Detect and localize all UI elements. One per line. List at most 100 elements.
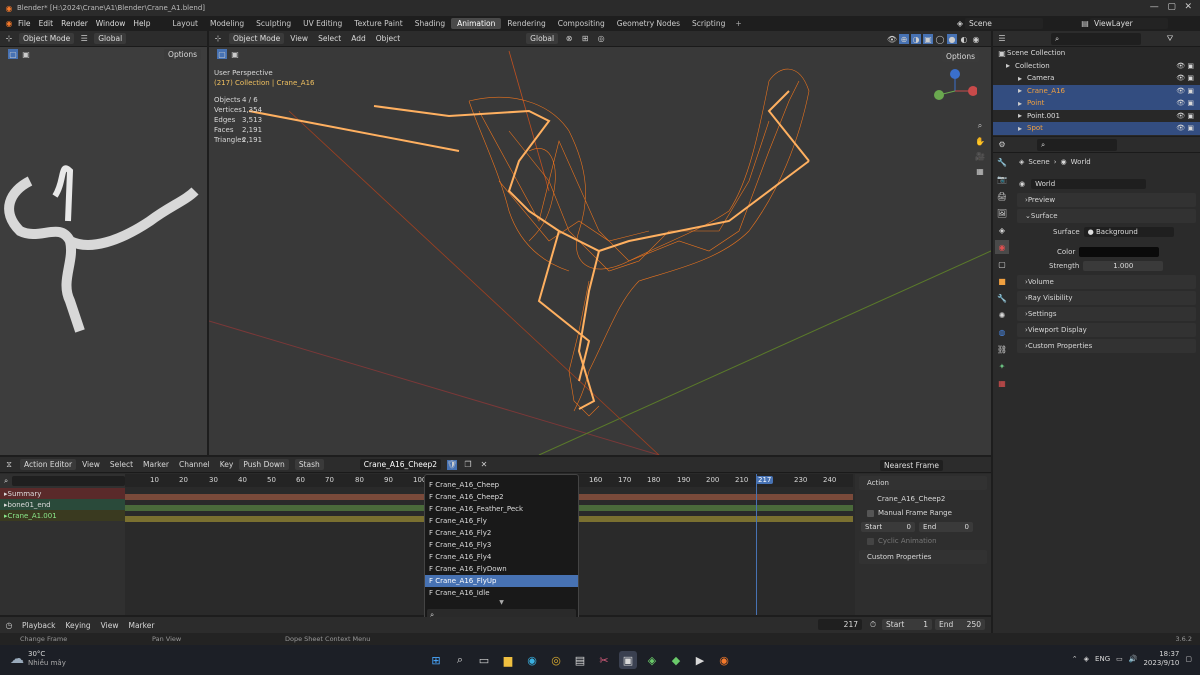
- scene-name-field[interactable]: Scene: [965, 18, 1043, 29]
- object-tab-icon[interactable]: ■: [995, 274, 1009, 288]
- orientation-dropdown[interactable]: Global: [94, 33, 127, 44]
- view-layer-tab-icon[interactable]: 🖼: [995, 206, 1009, 220]
- stash-button[interactable]: Stash: [294, 459, 324, 470]
- action-list-item[interactable]: F Crane_A16_Fly2: [425, 527, 578, 539]
- dopesheet-mode-dropdown[interactable]: Action Editor: [20, 459, 77, 470]
- section-volume[interactable]: › Volume: [1017, 275, 1196, 289]
- action-list-item[interactable]: F Crane_A16_FlyDown: [425, 563, 578, 575]
- chevron-up-icon[interactable]: ⌃: [1072, 655, 1078, 663]
- store-icon[interactable]: ▤: [571, 651, 589, 669]
- menu-edit[interactable]: Edit: [39, 19, 54, 28]
- blender-menu-icon[interactable]: ◉: [4, 19, 14, 29]
- cyclic-row[interactable]: Cyclic Animation: [855, 534, 991, 548]
- weather-widget[interactable]: ☁ 30°C Nhiều mây: [10, 650, 66, 668]
- section-surface[interactable]: ⌄ Surface: [1017, 209, 1196, 223]
- channel-group[interactable]: ▸ bone01_end: [0, 499, 125, 510]
- outliner-item[interactable]: ▸ Camera 👁 ▣: [993, 72, 1200, 85]
- eye-icon[interactable]: 👁: [1176, 112, 1185, 120]
- gaming-icon[interactable]: ◈: [643, 651, 661, 669]
- custom-properties-section[interactable]: Custom Properties: [859, 550, 987, 564]
- file-explorer-icon[interactable]: ▆: [499, 651, 517, 669]
- camera-render-icon[interactable]: ▣: [1185, 62, 1194, 70]
- snap-dropdown[interactable]: Nearest Frame: [880, 460, 943, 471]
- color-swatch[interactable]: [1079, 247, 1160, 257]
- action-panel-header[interactable]: Action: [859, 476, 987, 490]
- constraints-tab-icon[interactable]: ⛓: [995, 342, 1009, 356]
- unlink-action-icon[interactable]: ✕: [479, 460, 489, 470]
- properties-editor-icon[interactable]: ⚙: [997, 140, 1007, 150]
- ae-menu-key[interactable]: Key: [220, 460, 234, 469]
- current-frame-field[interactable]: 217: [818, 619, 862, 630]
- main-3d-viewport[interactable]: ⊹ Object Mode View Select Add Object Global…: [209, 31, 991, 455]
- strength-field[interactable]: 1.000: [1083, 261, 1164, 271]
- eye-icon[interactable]: 👁: [1176, 62, 1185, 70]
- fake-user-icon[interactable]: 🛡: [447, 459, 457, 470]
- volume-icon[interactable]: 🔊: [1129, 655, 1138, 663]
- add-workspace-icon[interactable]: +: [735, 19, 741, 28]
- render-tab-icon[interactable]: 📷: [995, 172, 1009, 186]
- blender-app-icon[interactable]: ◉: [715, 651, 733, 669]
- dopesheet-editor-icon[interactable]: ⧖: [4, 460, 14, 470]
- new-action-icon[interactable]: ❐: [463, 460, 473, 470]
- playhead[interactable]: [756, 474, 757, 615]
- manual-frame-range-row[interactable]: Manual Frame Range: [855, 506, 991, 520]
- end-frame-field[interactable]: End 0: [919, 522, 973, 532]
- tab-compositing[interactable]: Compositing: [552, 18, 611, 29]
- timeline-menu-playback[interactable]: Playback: [22, 621, 55, 630]
- timeline-menu-marker[interactable]: Marker: [128, 621, 154, 630]
- outliner-editor-icon[interactable]: ☰: [997, 34, 1007, 44]
- start-frame-field[interactable]: Start 1: [882, 619, 932, 630]
- tab-texture-paint[interactable]: Texture Paint: [348, 18, 408, 29]
- camera-render-icon[interactable]: ▣: [1185, 87, 1194, 95]
- network-icon[interactable]: ▭: [1116, 655, 1123, 663]
- zoom-icon[interactable]: ⌕: [975, 121, 985, 131]
- tab-uv-editing[interactable]: UV Editing: [297, 18, 348, 29]
- edge-icon[interactable]: ◉: [523, 651, 541, 669]
- scene-selector[interactable]: ◈ Scene: [955, 18, 1043, 29]
- section-settings[interactable]: › Settings: [1017, 307, 1196, 321]
- mode-dropdown[interactable]: Object Mode: [19, 33, 75, 44]
- eye-icon[interactable]: 👁: [1176, 124, 1185, 132]
- tab-layout[interactable]: Layout: [166, 18, 204, 29]
- physics-tab-icon[interactable]: ◍: [995, 325, 1009, 339]
- snipping-icon[interactable]: ✂: [595, 651, 613, 669]
- navigation-gizmo[interactable]: [933, 69, 978, 113]
- ae-menu-marker[interactable]: Marker: [143, 460, 169, 469]
- task-view-icon[interactable]: ▭: [475, 651, 493, 669]
- channel-summary[interactable]: ▸ Summary: [0, 488, 125, 499]
- action-list-item[interactable]: F Crane_A16_FlyUp: [425, 575, 578, 587]
- section-custom-properties[interactable]: › Custom Properties: [1017, 339, 1196, 353]
- outliner-item[interactable]: ▸ Point 👁 ▣: [993, 97, 1200, 110]
- current-frame-marker[interactable]: 217: [756, 476, 774, 484]
- options-button[interactable]: Options: [164, 49, 201, 60]
- end-frame-field[interactable]: End 250: [935, 619, 985, 630]
- material-tab-icon[interactable]: ▦: [995, 376, 1009, 390]
- notification-icon[interactable]: ▢: [1185, 655, 1192, 663]
- viewlayer-name-field[interactable]: ViewLayer: [1090, 18, 1168, 29]
- eye-icon[interactable]: 👁: [1176, 99, 1185, 107]
- cyclic-checkbox[interactable]: [867, 537, 874, 545]
- camera-render-icon[interactable]: ▣: [1185, 99, 1194, 107]
- scroll-down-icon[interactable]: ▼: [425, 599, 578, 606]
- action-list-item[interactable]: F Crane_A16_Fly: [425, 515, 578, 527]
- pan-icon[interactable]: ✋: [975, 136, 985, 146]
- timeline-menu-keying[interactable]: Keying: [65, 621, 90, 630]
- action-list-item[interactable]: F Crane_A16_Cheep: [425, 479, 578, 491]
- camera-render-icon[interactable]: ▣: [1185, 112, 1194, 120]
- app-icon[interactable]: ▣: [619, 651, 637, 669]
- perspective-toggle-icon[interactable]: ▦: [975, 166, 985, 176]
- action-list-item[interactable]: F Crane_A16_Fly4: [425, 551, 578, 563]
- viewlayer-selector[interactable]: ▤ ViewLayer: [1080, 18, 1168, 29]
- push-down-button[interactable]: Push Down: [239, 459, 289, 470]
- camera-view-icon[interactable]: 🎥: [975, 151, 985, 161]
- action-name-field[interactable]: Crane_A16_Cheep2: [359, 459, 442, 470]
- modifier-tab-icon[interactable]: 🔧: [995, 291, 1009, 305]
- language-label[interactable]: ENG: [1095, 655, 1110, 663]
- windows-start-icon[interactable]: ⊞: [427, 651, 445, 669]
- chrome-icon[interactable]: ◎: [547, 651, 565, 669]
- tab-modeling[interactable]: Modeling: [204, 18, 250, 29]
- outliner-search[interactable]: ⌕: [1051, 32, 1141, 45]
- collection-tab-icon[interactable]: ▢: [995, 257, 1009, 271]
- menu-window[interactable]: Window: [96, 19, 126, 28]
- select-mode-icon[interactable]: ▣: [21, 49, 31, 59]
